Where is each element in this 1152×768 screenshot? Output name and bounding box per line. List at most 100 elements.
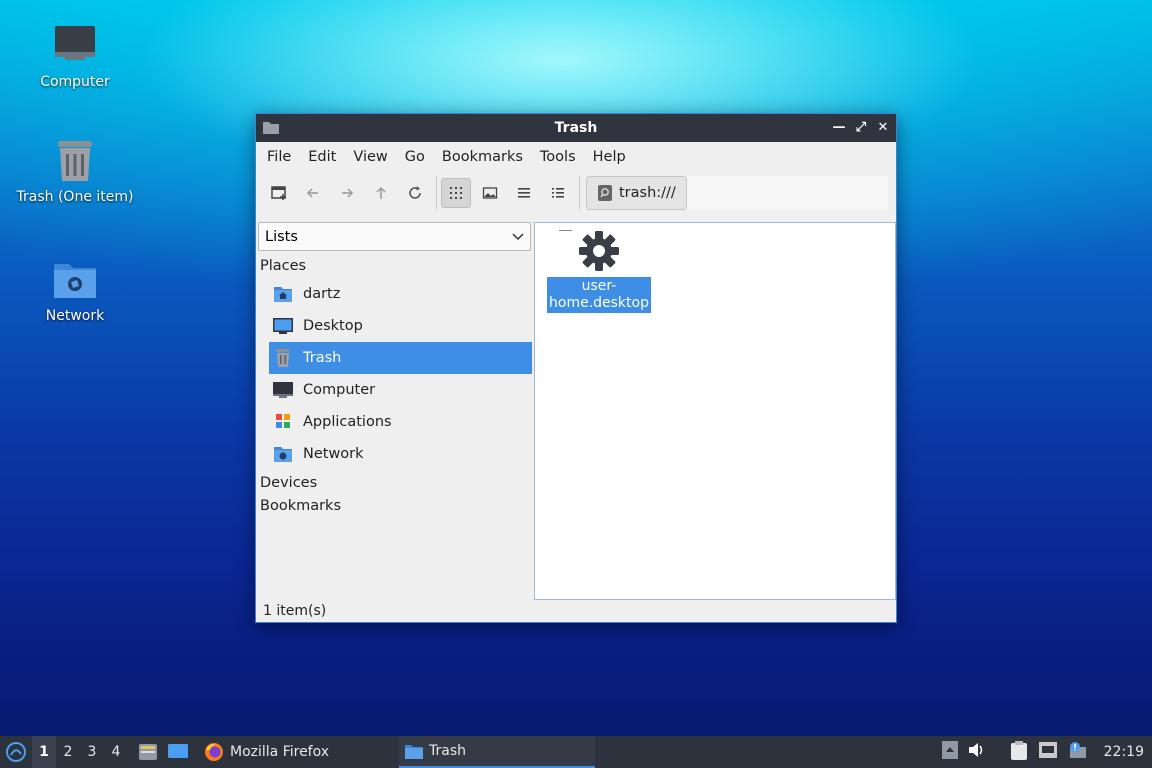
place-label: dartz: [303, 286, 341, 302]
network-wired-icon: [1038, 742, 1057, 758]
new-tab-icon: [271, 186, 286, 200]
arrow-left-icon: [306, 188, 318, 198]
system-tray: 22:19: [941, 736, 1152, 768]
menu-tools[interactable]: Tools: [533, 145, 583, 169]
network-status-button[interactable]: [1038, 741, 1058, 763]
show-desktop-button[interactable]: [166, 744, 190, 760]
workspace-3[interactable]: 3: [80, 744, 104, 760]
menu-help[interactable]: Help: [586, 145, 633, 169]
close-button[interactable]: ✕: [876, 119, 890, 137]
clipboard-icon: [1010, 741, 1027, 760]
menu-file[interactable]: File: [260, 145, 298, 169]
menu-bookmarks[interactable]: Bookmarks: [435, 145, 530, 169]
arrow-right-icon: [342, 188, 354, 198]
forward-button[interactable]: [332, 178, 362, 208]
place-item-network[interactable]: Network: [269, 438, 532, 470]
task-label: Trash: [429, 743, 467, 759]
compact-view-button[interactable]: [509, 178, 539, 208]
path-bar: trash:///: [586, 176, 888, 210]
menubar: File Edit View Go Bookmarks Tools Help: [256, 142, 896, 172]
image-icon: [482, 187, 498, 199]
up-button[interactable]: [366, 178, 396, 208]
minimize-button[interactable]: —: [832, 119, 846, 137]
file-manager-launcher[interactable]: [136, 743, 160, 761]
maximize-button[interactable]: ⤢: [854, 119, 868, 137]
path-button-trash[interactable]: trash:///: [586, 176, 687, 210]
new-tab-button[interactable]: [264, 178, 294, 208]
place-item-computer[interactable]: Computer: [269, 374, 532, 406]
place-item-desktop[interactable]: Desktop: [269, 310, 532, 342]
toolbar: trash:///: [256, 172, 896, 214]
computer-icon: [273, 381, 293, 399]
file-name-line-1: user-: [581, 278, 617, 294]
window-titlebar[interactable]: Trash — ⤢ ✕: [256, 114, 896, 142]
bookmarks-heading[interactable]: Bookmarks: [257, 495, 532, 518]
arrow-up-icon: [376, 186, 386, 199]
detailed-list-icon: [552, 188, 564, 198]
workspace-1[interactable]: 1: [32, 736, 56, 768]
file-name-line-2: home.desktop: [549, 295, 649, 311]
task-trash[interactable]: Trash: [399, 736, 596, 768]
back-button[interactable]: [298, 178, 328, 208]
menu-edit[interactable]: Edit: [301, 145, 343, 169]
volume-icon: [968, 743, 982, 757]
place-item-trash[interactable]: Trash: [269, 342, 532, 374]
desktop-icon-trash[interactable]: Trash (One item): [10, 137, 140, 205]
desktop-icon-label: Computer: [40, 74, 110, 90]
update-notifier-icon: [1069, 742, 1086, 758]
place-item-dartz[interactable]: dartz: [269, 278, 532, 310]
side-pane-mode-select[interactable]: Lists: [258, 222, 531, 251]
trash-location-icon: [598, 185, 612, 201]
workspace-2[interactable]: 2: [56, 744, 80, 760]
grid-icon: [450, 187, 462, 199]
menu-view[interactable]: View: [346, 145, 394, 169]
trash-icon: [273, 349, 293, 367]
notification-button[interactable]: [1068, 741, 1088, 763]
network-icon: [273, 445, 293, 463]
place-label: Computer: [303, 382, 376, 398]
task-label: Mozilla Firefox: [230, 744, 330, 760]
show-desktop-icon: [168, 744, 188, 758]
toolbar-separator: [436, 176, 437, 210]
devices-heading[interactable]: Devices: [257, 472, 532, 495]
reload-button[interactable]: [400, 178, 430, 208]
file-manager-window: Trash — ⤢ ✕ File Edit View Go Bookmarks …: [255, 113, 897, 623]
place-label: Trash: [303, 350, 342, 366]
desktop-icon-computer[interactable]: Computer: [10, 22, 140, 90]
volume-button[interactable]: [968, 742, 986, 762]
tray-expand-button[interactable]: [941, 741, 958, 763]
files-icon: [139, 744, 157, 760]
side-pane-mode-value: Lists: [265, 228, 298, 245]
clipboard-button[interactable]: [1010, 740, 1028, 764]
lubuntu-logo-icon: [6, 742, 26, 762]
chevron-up-icon: [941, 741, 958, 759]
window-title: Trash: [554, 120, 598, 136]
workspace-4[interactable]: 4: [104, 744, 128, 760]
file-name: user- home.desktop: [547, 277, 651, 313]
desktop-icon: [273, 317, 293, 335]
computer-icon: [51, 22, 99, 70]
menu-go[interactable]: Go: [398, 145, 432, 169]
clock[interactable]: 22:19: [1104, 744, 1144, 760]
path-text: trash:///: [619, 185, 676, 201]
detailed-list-view-button[interactable]: [543, 178, 573, 208]
task-firefox[interactable]: Mozilla Firefox: [198, 736, 335, 768]
icon-view-button[interactable]: [441, 178, 471, 208]
chevron-down-icon: [512, 232, 524, 240]
place-label: Desktop: [303, 318, 363, 334]
taskbar: 1 2 3 4 Mozilla Firefox Trash 22:19: [0, 736, 1152, 768]
places-heading[interactable]: Places: [257, 255, 532, 278]
folder-icon: [405, 745, 424, 759]
start-menu-button[interactable]: [0, 736, 32, 768]
desktop-icon-label: Network: [45, 308, 105, 324]
trash-icon: [51, 137, 99, 185]
file-item[interactable]: user- home.desktop: [547, 227, 651, 313]
side-pane: Lists Places dartz Desktop Trash Compute…: [257, 222, 532, 598]
file-view[interactable]: user- home.desktop: [534, 222, 896, 600]
desktop-icon-network[interactable]: Network: [10, 256, 140, 324]
desktop-icon-label: Trash (One item): [16, 189, 134, 205]
toolbar-separator: [579, 176, 580, 210]
thumbnail-view-button[interactable]: [475, 178, 505, 208]
place-item-applications[interactable]: Applications: [269, 406, 532, 438]
home-folder-icon: [273, 285, 293, 303]
